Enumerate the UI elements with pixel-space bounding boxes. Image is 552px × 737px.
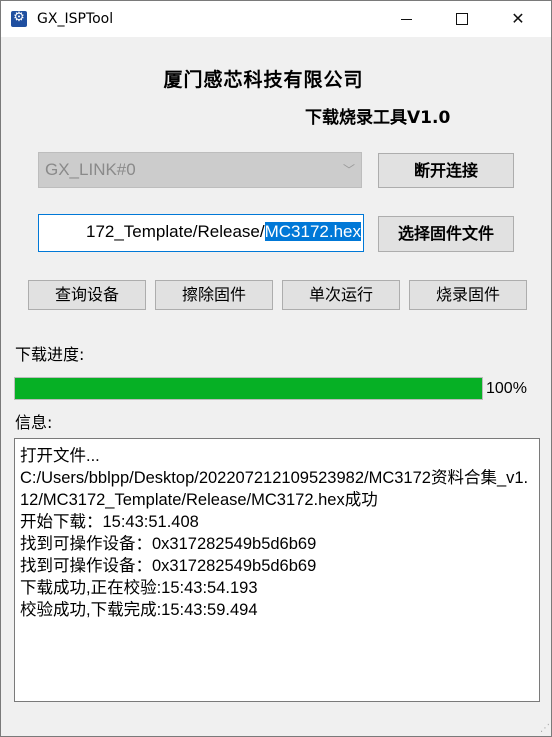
minimize-icon [401, 19, 412, 20]
maximize-button[interactable] [439, 1, 485, 37]
firmware-path-prefix: 172_Template/Release/ [85, 222, 265, 241]
progress-fill [15, 378, 482, 399]
log-line: 校验成功,下载完成:15:43:59.494 [20, 601, 258, 619]
firmware-path-selection: MC3172.hex [264, 222, 361, 241]
tool-title: 下载烧录工具V1.0 [305, 108, 451, 128]
progress-label: 下载进度: [15, 345, 85, 364]
window-title: GX_ISPTool [37, 11, 114, 27]
maximize-icon [456, 13, 468, 25]
firmware-path-text: 172_Template/Release/MC3172.hex [86, 222, 361, 242]
resize-grip-icon[interactable]: ⋰ [540, 723, 550, 734]
company-name: 厦门感芯科技有限公司 [163, 69, 364, 91]
port-select[interactable]: GX_LINK#0 ﹀ [38, 152, 362, 188]
log-line: 开始下载：15:43:51.408 [20, 513, 199, 531]
minimize-button[interactable] [383, 1, 429, 37]
disconnect-button[interactable]: 断开连接 [378, 153, 514, 188]
close-button[interactable]: ✕ [495, 1, 541, 37]
choose-firmware-button[interactable]: 选择固件文件 [378, 216, 514, 252]
close-icon: ✕ [511, 9, 525, 28]
download-progress-bar [14, 377, 483, 400]
chevron-down-icon: ﹀ [342, 163, 355, 177]
burn-firmware-button[interactable]: 烧录固件 [409, 280, 527, 310]
log-line: 打开文件... [20, 447, 100, 465]
log-line: C:/Users/bblpp/Desktop/20220721210952398… [20, 469, 529, 509]
log-line: 下载成功,正在校验:15:43:54.193 [20, 579, 258, 597]
query-device-button[interactable]: 查询设备 [28, 280, 146, 310]
single-run-button[interactable]: 单次运行 [282, 280, 400, 310]
info-log-textarea[interactable]: 打开文件... C:/Users/bblpp/Desktop/202207212… [14, 438, 540, 702]
title-bar[interactable]: GX_ISPTool ✕ [1, 1, 551, 37]
info-label: 信息: [15, 413, 53, 432]
app-window: GX_ISPTool ✕ 厦门感芯科技有限公司 下载烧录工具V1.0 GX_LI… [0, 0, 552, 737]
log-line: 找到可操作设备：0x317282549b5d6b69 [20, 535, 317, 553]
log-line: 找到可操作设备：0x317282549b5d6b69 [20, 557, 317, 575]
app-gear-icon [11, 9, 27, 27]
erase-firmware-button[interactable]: 擦除固件 [155, 280, 273, 310]
progress-percent: 100% [486, 380, 527, 397]
firmware-path-input[interactable]: 172_Template/Release/MC3172.hex [38, 214, 364, 252]
port-select-value: GX_LINK#0 [45, 160, 136, 179]
